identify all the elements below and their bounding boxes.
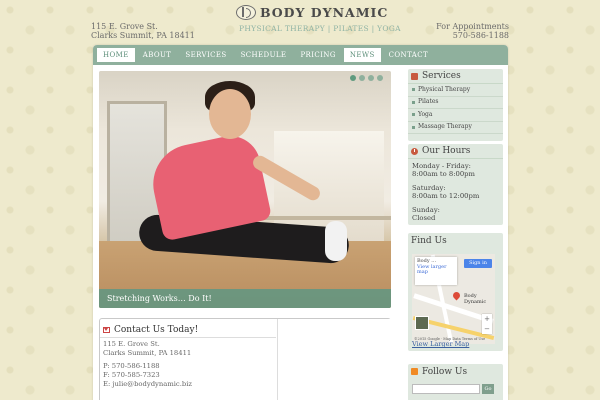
find-us-header: Find Us [408, 233, 503, 248]
bullet-icon [412, 100, 415, 104]
hero-person-head [209, 89, 251, 139]
nav-about[interactable]: ABOUT [137, 48, 178, 62]
slider-dots [350, 75, 383, 81]
hours-box: Our Hours Monday - Friday: 8:00am to 8:0… [408, 144, 503, 225]
map-pin-icon[interactable] [451, 290, 462, 301]
envelope-icon [103, 326, 110, 333]
hours-weekday-label: Monday - Friday: [412, 162, 471, 170]
service-label: Yoga [418, 110, 433, 118]
follow-go-button[interactable]: Go [482, 384, 494, 394]
contact-form-area [277, 319, 391, 400]
follow-us-header: Follow Us [408, 364, 503, 379]
map-satellite-thumbnail[interactable] [415, 316, 429, 330]
hero-caption: Stretching Works… Do It! [99, 289, 391, 308]
hours-title: Our Hours [422, 146, 471, 156]
clock-icon [411, 147, 418, 155]
slider-dot-1[interactable] [350, 75, 356, 81]
service-physical-therapy[interactable]: Physical Therapy [408, 84, 503, 97]
main-nav: HOME ABOUT SERVICES SCHEDULE PRICING NEW… [93, 45, 508, 65]
logo-icon [236, 5, 256, 20]
nav-news[interactable]: NEWS [343, 48, 381, 62]
logo-text: BODY DYNAMIC [260, 5, 389, 20]
services-icon [411, 72, 418, 80]
slider-dot-2[interactable] [359, 75, 365, 81]
hero-ballet-bar [249, 216, 391, 220]
logo[interactable]: BODY DYNAMIC [236, 5, 388, 20]
map-signin-button[interactable]: Sign in [464, 259, 492, 268]
hours-list: Monday - Friday: 8:00am to 8:00pm Saturd… [408, 159, 503, 225]
contact-header: Contact Us Today! [100, 322, 276, 338]
header-address: 115 E. Grove St. Clarks Summit, PA 18411 [91, 22, 195, 40]
bullet-icon [412, 125, 415, 129]
view-larger-map-link[interactable]: View Larger Map [412, 340, 469, 348]
map-card-link[interactable]: View larger map [417, 264, 446, 276]
service-massage-therapy[interactable]: Massage Therapy [408, 122, 503, 134]
follow-email-input[interactable] [412, 384, 480, 394]
follow-us-title: Follow Us [422, 366, 468, 377]
map-zoom-control[interactable]: + − [482, 314, 492, 334]
bullet-icon [412, 113, 415, 117]
nav-contact[interactable]: CONTACT [383, 48, 434, 62]
nav-schedule[interactable]: SCHEDULE [235, 48, 293, 62]
service-label: Massage Therapy [418, 123, 472, 130]
services-box: Services Physical Therapy Pilates Yoga M… [408, 69, 503, 141]
hero-person-foot [325, 221, 347, 261]
hours-sunday: Closed [412, 214, 436, 222]
contact-box: Contact Us Today! 115 E. Grove St. Clark… [99, 318, 391, 400]
hours-sunday-label: Sunday: [412, 206, 440, 214]
hours-saturday: 8:00am to 12:00pm [412, 192, 480, 200]
hours-saturday-label: Saturday: [412, 184, 446, 192]
nav-services[interactable]: SERVICES [179, 48, 232, 62]
hours-header: Our Hours [408, 144, 503, 159]
service-label: Pilates [418, 98, 439, 105]
nav-pricing[interactable]: PRICING [294, 48, 341, 62]
appointments-phone[interactable]: 570-586-1188 [436, 31, 509, 40]
contact-title: Contact Us Today! [114, 324, 199, 335]
tagline: PHYSICAL THERAPY | PILATES | YOGA [239, 24, 401, 33]
find-us-title: Find Us [411, 235, 447, 246]
service-pilates[interactable]: Pilates [408, 97, 503, 109]
services-title: Services [422, 71, 461, 81]
google-map[interactable]: Body ... View larger map Sign in Body Dy… [412, 254, 495, 344]
nav-home[interactable]: HOME [97, 48, 135, 62]
address-line2: Clarks Summit, PA 18411 [91, 31, 195, 40]
zoom-in-icon[interactable]: + [482, 314, 492, 324]
follow-us-box: Follow Us [408, 364, 503, 400]
site-header: 115 E. Grove St. Clarks Summit, PA 18411… [0, 0, 600, 44]
appointments: For Appointments 570-586-1188 [436, 22, 509, 40]
map-info-card: Body ... View larger map [415, 257, 457, 285]
bullet-icon [412, 88, 415, 92]
hero-slider[interactable]: Stretching Works… Do It! [99, 71, 391, 308]
zoom-out-icon[interactable]: − [482, 324, 492, 334]
hours-weekday: 8:00am to 8:00pm [412, 170, 475, 178]
service-yoga[interactable]: Yoga [408, 109, 503, 122]
map-pin-label: Body Dynamic [464, 293, 487, 305]
service-label: Physical Therapy [418, 85, 471, 93]
slider-dot-3[interactable] [368, 75, 374, 81]
appointments-label: For Appointments [436, 22, 509, 31]
services-header: Services [408, 69, 503, 84]
rss-icon [411, 368, 418, 375]
slider-dot-4[interactable] [377, 75, 383, 81]
address-line1: 115 E. Grove St. [91, 22, 158, 31]
